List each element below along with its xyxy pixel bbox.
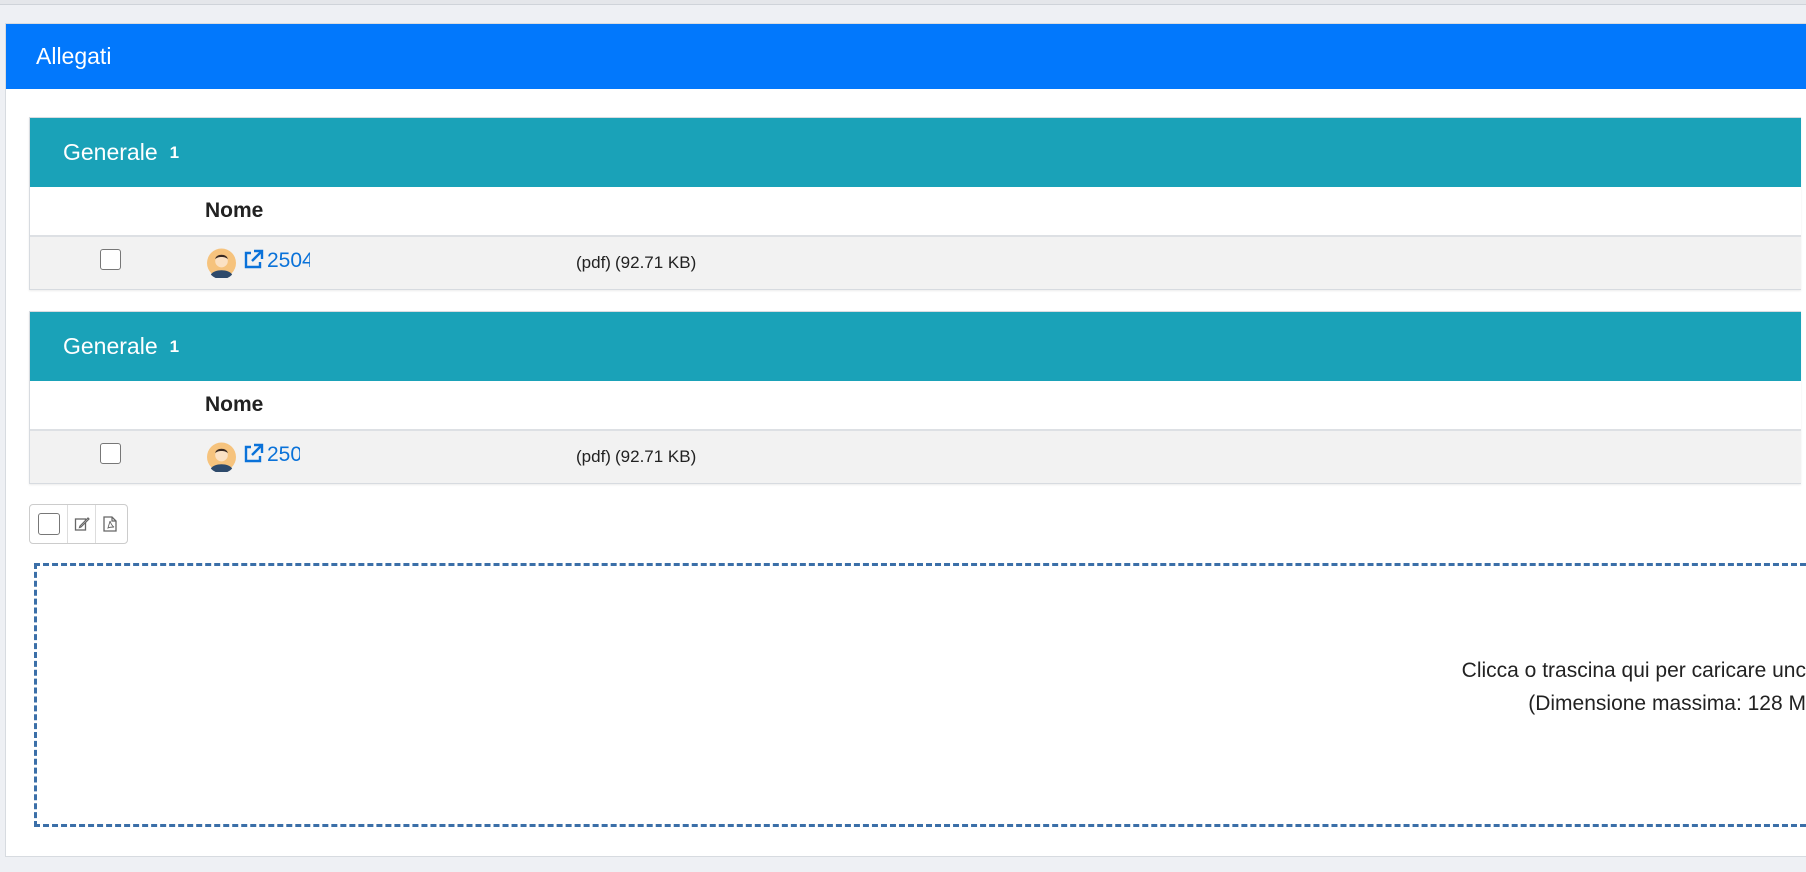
table-row: 250... MMDD (pdf) (92.71 KB) [30, 431, 1801, 483]
column-header-name[interactable]: Nome [205, 393, 263, 417]
file-extension: (pdf) [576, 253, 611, 272]
edit-button[interactable] [68, 505, 96, 543]
dropzone-max-size: (Dimensione massima: 128 M [1528, 692, 1806, 715]
external-link-icon[interactable] [241, 442, 265, 466]
user-avatar-icon [207, 442, 236, 472]
redaction-mask [310, 251, 572, 273]
panel-header: Allegati [6, 24, 1806, 89]
select-all-checkbox[interactable] [37, 513, 60, 535]
group-count-badge: 1 [169, 336, 180, 356]
file-extension: (pdf) [576, 447, 611, 466]
upload-dropzone[interactable]: Clicca o trascina qui per caricare unc (… [34, 563, 1806, 827]
redaction-mask [300, 445, 572, 467]
top-strip [0, 0, 1806, 5]
external-link-icon[interactable] [241, 248, 265, 272]
group-title: Generale [63, 333, 158, 359]
panel-title: Allegati [36, 43, 112, 69]
group-title: Generale [63, 139, 158, 165]
table-row: 250414 ... MMDD (pdf) (92.71 KB) [30, 237, 1801, 289]
row-checkbox[interactable] [100, 249, 121, 270]
edit-icon [74, 517, 90, 531]
file-size: (92.71 KB) [615, 253, 697, 272]
user-avatar-icon [207, 248, 236, 278]
group-header[interactable]: Generale 1 [30, 312, 1801, 381]
pdf-file-icon [103, 516, 117, 532]
bulk-actions-toolbar [29, 504, 128, 544]
group-header[interactable]: Generale 1 [30, 118, 1801, 187]
attachment-group: Generale 1 Nome 250... MMDD (pdf) (92.71… [29, 311, 1801, 484]
group-count-badge: 1 [169, 142, 180, 162]
file-size: (92.71 KB) [615, 447, 697, 466]
table-header: Nome [30, 381, 1801, 431]
dropzone-instructions: Clicca o trascina qui per caricare unc [1461, 659, 1806, 682]
dropzone-text: Clicca o trascina qui per caricare unc (… [1462, 654, 1806, 720]
row-checkbox[interactable] [100, 443, 121, 464]
attachment-group: Generale 1 Nome 250414 ... MMDD (pdf) (9… [29, 117, 1801, 290]
column-header-name[interactable]: Nome [205, 199, 263, 223]
table-header: Nome [30, 187, 1801, 237]
pdf-export-button[interactable] [96, 505, 124, 543]
select-all-button[interactable] [30, 505, 68, 543]
